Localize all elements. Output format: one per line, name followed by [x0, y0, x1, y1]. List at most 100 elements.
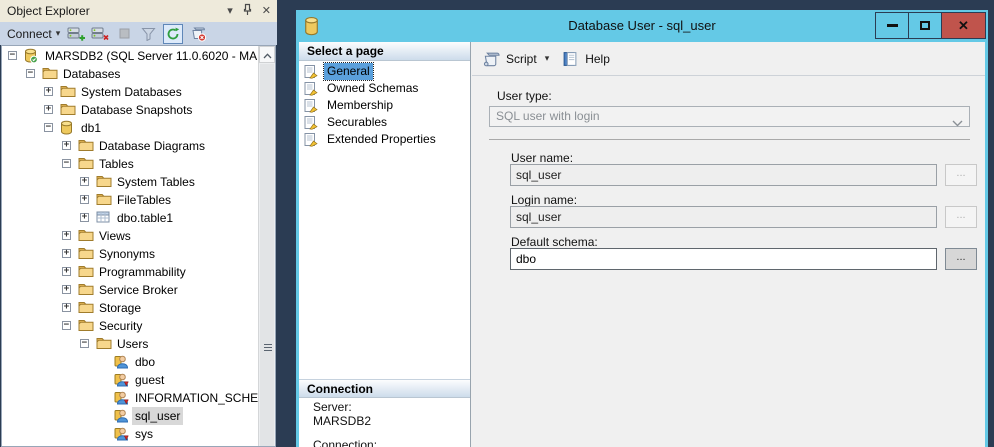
- expand-icon[interactable]: +: [62, 267, 71, 276]
- tree-item-label[interactable]: System Databases: [78, 83, 185, 101]
- page-item-extended-properties[interactable]: Extended Properties: [299, 131, 470, 148]
- tree-item-label[interactable]: Database Snapshots: [78, 101, 195, 119]
- minimize-button[interactable]: [875, 12, 909, 39]
- tree-item-synonyms[interactable]: + Synonyms: [2, 245, 259, 263]
- tree-item-marsdb2-sql-server-11-0-6020-marsd[interactable]: − MARSDB2 (SQL Server 11.0.6020 - MARSD: [2, 47, 259, 65]
- tree-vertical-scrollbar[interactable]: [258, 46, 275, 446]
- dialog-titlebar[interactable]: Database User - sql_user ✕: [296, 10, 988, 42]
- page-item-label[interactable]: Extended Properties: [324, 131, 439, 148]
- page-item-securables[interactable]: Securables: [299, 114, 470, 131]
- collapse-icon[interactable]: −: [80, 339, 89, 348]
- tree-item-label[interactable]: Tables: [96, 155, 137, 173]
- tree-item-db1[interactable]: − db1: [2, 119, 259, 137]
- expand-icon[interactable]: +: [62, 141, 71, 150]
- tree-item-system-databases[interactable]: + System Databases: [2, 83, 259, 101]
- tree-item-information-schem[interactable]: INFORMATION_SCHEM: [2, 389, 259, 407]
- login-name-browse-button[interactable]: ...: [945, 206, 977, 228]
- page-item-label[interactable]: Owned Schemas: [324, 80, 421, 97]
- tree-item-storage[interactable]: + Storage: [2, 299, 259, 317]
- page-item-label[interactable]: Membership: [324, 97, 396, 114]
- page-item-owned-schemas[interactable]: Owned Schemas: [299, 80, 470, 97]
- tree-item-label[interactable]: dbo.table1: [114, 209, 176, 227]
- window-position-icon[interactable]: ▾: [227, 6, 233, 17]
- tree-item-sys[interactable]: sys: [2, 425, 259, 443]
- tree-item-users[interactable]: − Users: [2, 335, 259, 353]
- page-item-label[interactable]: Securables: [324, 114, 390, 131]
- tree-item-label[interactable]: MARSDB2 (SQL Server 11.0.6020 - MARSD: [42, 47, 259, 65]
- tree-item-label[interactable]: sys: [132, 425, 156, 443]
- tree-item-label[interactable]: Security: [96, 317, 145, 335]
- object-explorer-titlebar[interactable]: Object Explorer ▾ ✕: [0, 0, 277, 22]
- scrollbar-up-button[interactable]: [259, 46, 275, 63]
- default-schema-input[interactable]: [510, 248, 937, 270]
- chevron-up-icon: [263, 46, 272, 64]
- tree-item-label[interactable]: Service Broker: [96, 281, 181, 299]
- user-name-browse-button[interactable]: ...: [945, 164, 977, 186]
- tree-item-dbo-table1[interactable]: + dbo.table1: [2, 209, 259, 227]
- script-dropdown-icon[interactable]: ▾: [545, 53, 550, 64]
- collapse-icon[interactable]: −: [26, 69, 35, 78]
- expand-icon[interactable]: +: [62, 303, 71, 312]
- connect-button[interactable]: Connect ▾: [7, 27, 60, 41]
- refresh-icon[interactable]: [163, 24, 183, 44]
- pin-icon[interactable]: [242, 3, 253, 19]
- collapse-icon[interactable]: −: [8, 51, 17, 60]
- tree-item-security[interactable]: − Security: [2, 317, 259, 335]
- tree-item-service-broker[interactable]: + Service Broker: [2, 281, 259, 299]
- scrollbar-thumb[interactable]: [260, 64, 274, 446]
- tree-item-filetables[interactable]: + FileTables: [2, 191, 259, 209]
- tree-item-views[interactable]: + Views: [2, 227, 259, 245]
- tree-item-dbo[interactable]: dbo: [2, 353, 259, 371]
- user-type-dropdown[interactable]: SQL user with login: [489, 106, 970, 127]
- tree-item-label[interactable]: Database Diagrams: [96, 137, 208, 155]
- collapse-icon[interactable]: −: [62, 159, 71, 168]
- close-button[interactable]: ✕: [941, 12, 986, 39]
- tree-item-label[interactable]: System Tables: [114, 173, 198, 191]
- tree-item-database-snapshots[interactable]: + Database Snapshots: [2, 101, 259, 119]
- expand-icon[interactable]: +: [62, 231, 71, 240]
- tree-item-label[interactable]: Databases: [60, 65, 123, 83]
- maximize-button[interactable]: [908, 12, 942, 39]
- page-item-membership[interactable]: Membership: [299, 97, 470, 114]
- stop-icon[interactable]: [115, 25, 133, 43]
- filter-icon[interactable]: [139, 25, 157, 43]
- tree-item-label[interactable]: Programmability: [96, 263, 189, 281]
- expand-icon[interactable]: +: [80, 213, 89, 222]
- collapse-icon[interactable]: −: [44, 123, 53, 132]
- tree-item-label[interactable]: FileTables: [114, 191, 174, 209]
- tree-item-label[interactable]: Users: [114, 335, 151, 353]
- tree-item-system-tables[interactable]: + System Tables: [2, 173, 259, 191]
- help-button[interactable]: Help: [585, 52, 610, 66]
- disconnect-server-icon[interactable]: [91, 25, 109, 43]
- default-schema-browse-button[interactable]: ...: [945, 248, 977, 270]
- tree-item-label[interactable]: guest: [132, 371, 167, 389]
- tree-item-label[interactable]: db1: [78, 119, 104, 137]
- tree-item-databases[interactable]: − Databases: [2, 65, 259, 83]
- connect-server-icon[interactable]: [67, 25, 85, 43]
- expand-icon[interactable]: +: [62, 285, 71, 294]
- tree-item-label[interactable]: Synonyms: [96, 245, 158, 263]
- user-name-input[interactable]: [510, 164, 937, 186]
- collapse-icon[interactable]: −: [62, 321, 71, 330]
- page-item-general[interactable]: General: [299, 63, 470, 80]
- script-error-icon[interactable]: [189, 25, 207, 43]
- expand-icon[interactable]: +: [44, 87, 53, 96]
- script-button[interactable]: Script: [506, 52, 537, 66]
- tree-item-label[interactable]: Storage: [96, 299, 144, 317]
- login-name-input[interactable]: [510, 206, 937, 228]
- tree-item-database-diagrams[interactable]: + Database Diagrams: [2, 137, 259, 155]
- tree-item-label[interactable]: Views: [96, 227, 134, 245]
- page-item-label[interactable]: General: [324, 63, 373, 80]
- close-icon[interactable]: ✕: [262, 6, 271, 17]
- tree-item-label[interactable]: dbo: [132, 353, 158, 371]
- tree-item-label[interactable]: sql_user: [132, 407, 183, 425]
- expand-icon[interactable]: +: [62, 249, 71, 258]
- expand-icon[interactable]: +: [80, 195, 89, 204]
- tree-item-sql-user[interactable]: sql_user: [2, 407, 259, 425]
- tree-item-programmability[interactable]: + Programmability: [2, 263, 259, 281]
- expand-icon[interactable]: +: [44, 105, 53, 114]
- expand-icon[interactable]: +: [80, 177, 89, 186]
- tree-item-tables[interactable]: − Tables: [2, 155, 259, 173]
- tree-item-label[interactable]: INFORMATION_SCHEM: [132, 389, 259, 407]
- tree-item-guest[interactable]: guest: [2, 371, 259, 389]
